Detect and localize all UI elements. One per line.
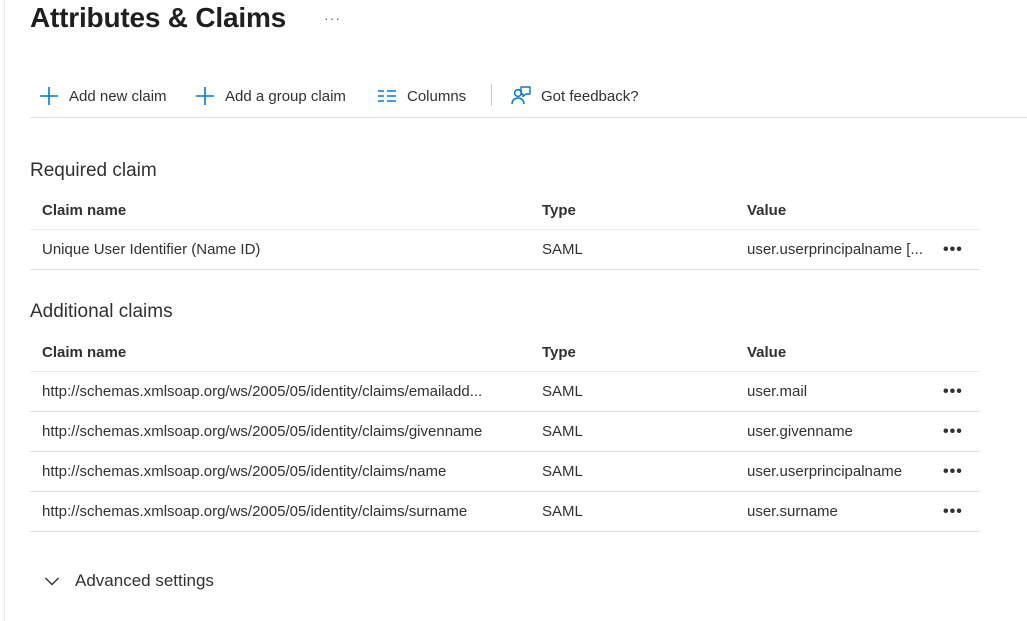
table-row[interactable]: http://schemas.xmlsoap.org/ws/2005/05/id… [30, 491, 980, 532]
column-header-value[interactable]: Value [747, 192, 943, 230]
ellipsis-icon[interactable]: ••• [943, 504, 963, 520]
table-header-row: Claim name Type Value [30, 192, 980, 230]
add-group-claim-button[interactable]: Add a group claim [194, 78, 346, 114]
claim-name-cell: http://schemas.xmlsoap.org/ws/2005/05/id… [30, 371, 542, 412]
plus-icon [194, 85, 216, 107]
table-row[interactable]: Unique User Identifier (Name ID) SAML us… [30, 229, 980, 270]
claim-name-cell: Unique User Identifier (Name ID) [30, 229, 542, 270]
additional-claims-table: Claim name Type Value http://schemas.xml… [30, 334, 980, 532]
add-group-claim-label: Add a group claim [225, 87, 346, 105]
page-title: Attributes & Claims [30, 2, 287, 33]
claim-value-cell: user.userprincipalname [... [747, 229, 943, 270]
claim-type-cell: SAML [542, 491, 747, 532]
column-header-type[interactable]: Type [542, 334, 747, 372]
required-claims-table: Claim name Type Value Unique User Identi… [30, 192, 980, 270]
claim-name-cell: http://schemas.xmlsoap.org/ws/2005/05/id… [30, 411, 542, 452]
command-bar: Add new claim Add a group claim Columns … [30, 78, 1027, 118]
toolbar-divider [491, 84, 492, 106]
claim-value-cell: user.mail [747, 371, 943, 412]
feedback-label: Got feedback? [541, 87, 639, 105]
column-header-claim-name[interactable]: Claim name [30, 334, 542, 372]
feedback-button[interactable]: Got feedback? [510, 78, 639, 114]
plus-icon [38, 85, 60, 107]
ellipsis-icon[interactable]: ••• [943, 384, 963, 400]
advanced-settings-toggle[interactable]: Advanced settings [44, 568, 214, 594]
page-more-options-button[interactable]: ··· [324, 10, 341, 26]
columns-label: Columns [407, 87, 467, 105]
advanced-settings-label: Advanced settings [75, 571, 214, 590]
left-border [4, 0, 5, 621]
table-row[interactable]: http://schemas.xmlsoap.org/ws/2005/05/id… [30, 451, 980, 492]
add-new-claim-button[interactable]: Add new claim [38, 78, 167, 114]
ellipsis-icon[interactable]: ••• [943, 424, 963, 440]
claim-type-cell: SAML [542, 229, 747, 270]
column-header-value[interactable]: Value [747, 334, 943, 372]
column-header-actions [943, 334, 980, 372]
claim-type-cell: SAML [542, 451, 747, 492]
table-row[interactable]: http://schemas.xmlsoap.org/ws/2005/05/id… [30, 371, 980, 412]
chevron-down-icon [44, 573, 60, 589]
column-header-type[interactable]: Type [542, 192, 747, 230]
feedback-icon [510, 85, 532, 107]
claim-value-cell: user.userprincipalname [747, 451, 943, 492]
ellipsis-icon[interactable]: ••• [943, 242, 963, 258]
claim-name-cell: http://schemas.xmlsoap.org/ws/2005/05/id… [30, 451, 542, 492]
claim-type-cell: SAML [542, 411, 747, 452]
columns-icon [376, 85, 398, 107]
columns-button[interactable]: Columns [376, 78, 466, 114]
claim-value-cell: user.givenname [747, 411, 943, 452]
table-header-row: Claim name Type Value [30, 334, 980, 372]
claim-value-cell: user.surname [747, 491, 943, 532]
ellipsis-icon[interactable]: ••• [943, 464, 963, 480]
column-header-actions [943, 192, 980, 230]
table-row[interactable]: http://schemas.xmlsoap.org/ws/2005/05/id… [30, 411, 980, 452]
claim-type-cell: SAML [542, 371, 747, 412]
claim-name-cell: http://schemas.xmlsoap.org/ws/2005/05/id… [30, 491, 542, 532]
add-new-claim-label: Add new claim [69, 87, 167, 105]
column-header-claim-name[interactable]: Claim name [30, 192, 542, 230]
required-claim-heading: Required claim [30, 160, 157, 181]
additional-claims-heading: Additional claims [30, 301, 173, 322]
